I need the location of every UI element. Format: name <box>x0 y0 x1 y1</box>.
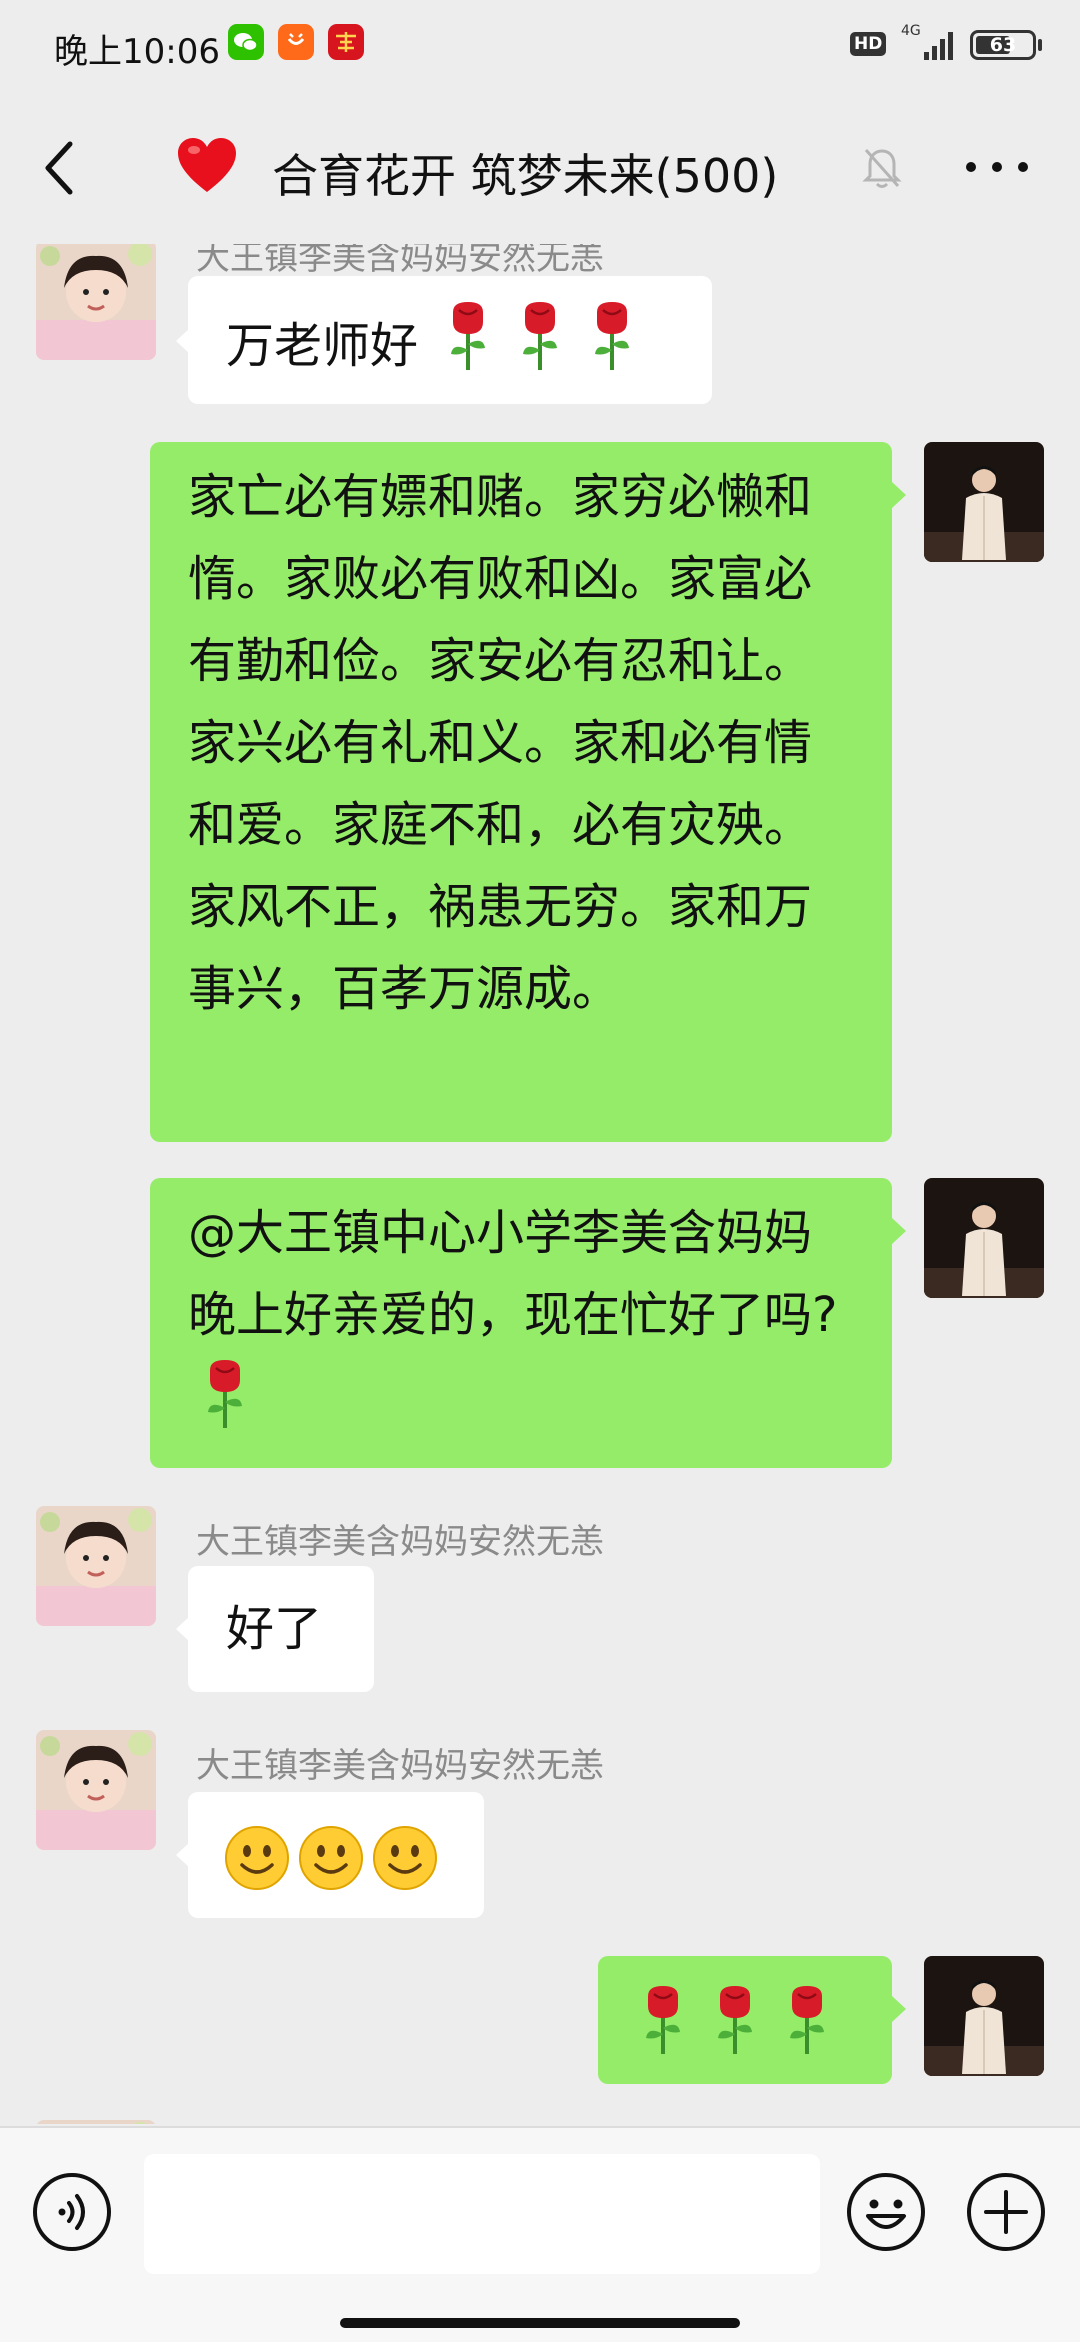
status-bar: 晚上10:06 HD 4G 63 <box>0 0 1080 92</box>
chevron-left-icon <box>45 141 73 195</box>
battery-cap <box>1038 39 1042 51</box>
more-icon-dot <box>992 162 1002 172</box>
message-input[interactable] <box>144 2154 820 2274</box>
sender-avatar[interactable] <box>36 1730 156 1850</box>
voice-button[interactable] <box>32 2172 112 2252</box>
more-icon-dot <box>966 162 976 172</box>
rose-icon <box>718 1986 752 2054</box>
my-avatar[interactable] <box>924 1178 1044 1298</box>
network-type: 4G <box>901 23 921 39</box>
status-time: 晚上10:06 <box>54 32 220 72</box>
message-bubble[interactable]: 万老师好 <box>188 276 712 404</box>
sender-avatar[interactable] <box>36 1506 156 1626</box>
voice-icon <box>33 2173 111 2251</box>
message-bubble[interactable]: 好了 <box>188 1566 374 1692</box>
smile-icon <box>299 1826 363 1890</box>
message-list[interactable]: 大王镇李美含妈妈安然无恙 万老师好 家亡必有嫖和赌。家穷必懒和惰。家败必有败和凶… <box>0 244 1080 2124</box>
sender-name: 大王镇李美含妈妈安然无恙 <box>196 244 604 278</box>
study-app-icon <box>328 24 364 60</box>
shopping-app-icon <box>278 24 314 60</box>
sender-name: 大王镇李美含妈妈安然无恙 <box>196 1522 604 1562</box>
sender-avatar[interactable] <box>36 2120 156 2124</box>
message-text: @大王镇中心小学李美含妈妈 晚上好亲爱的，现在忙好了吗? <box>188 1205 838 1343</box>
back-button[interactable] <box>36 132 86 204</box>
hd-badge: HD <box>850 32 887 56</box>
heart-icon <box>176 136 238 196</box>
message-text: 万老师好 <box>226 318 419 374</box>
rose-icon <box>595 302 630 370</box>
chat-title[interactable]: 合育花开 筑梦未来(500) <box>272 140 778 206</box>
rose-icon <box>523 302 558 370</box>
smile-icon <box>225 1826 289 1890</box>
my-avatar[interactable] <box>924 1956 1044 2076</box>
battery-icon: 63 <box>970 30 1036 60</box>
emoji-group <box>424 302 655 374</box>
bubble-tail <box>892 1218 906 1244</box>
rose-icon <box>208 1360 242 1428</box>
input-bar <box>0 2126 1080 2342</box>
bubble-tail <box>892 482 906 508</box>
chat-header: 合育花开 筑梦未来(500) <box>0 92 1080 244</box>
message-bubble[interactable] <box>598 1956 892 2084</box>
rose-icon <box>790 1986 824 2054</box>
rose-icon <box>646 1986 680 2054</box>
bell-off-icon <box>862 144 902 190</box>
sender-name: 大王镇李美含妈妈安然无恙 <box>196 1746 604 1786</box>
rose-icon <box>451 302 486 370</box>
message-bubble[interactable] <box>188 1792 484 1918</box>
more-button[interactable] <box>960 150 1034 186</box>
sender-avatar[interactable] <box>36 244 156 360</box>
more-icon-dot <box>1018 162 1028 172</box>
plus-icon <box>967 2173 1045 2251</box>
signal-icon <box>920 30 956 60</box>
emoji-icon <box>847 2173 925 2251</box>
bubble-tail <box>892 1996 906 2022</box>
message-bubble[interactable]: 家亡必有嫖和赌。家穷必懒和惰。家败必有败和凶。家富必有勤和俭。家安必有忍和让。家… <box>150 442 892 1142</box>
message-text: 好了 <box>226 1601 323 1657</box>
message-bubble[interactable]: @大王镇中心小学李美含妈妈 晚上好亲爱的，现在忙好了吗? <box>150 1178 892 1468</box>
my-avatar[interactable] <box>924 442 1044 562</box>
emoji-button[interactable] <box>846 2172 926 2252</box>
smile-icon <box>373 1826 437 1890</box>
plus-button[interactable] <box>966 2172 1046 2252</box>
battery-percent: 63 <box>989 34 1017 56</box>
wechat-app-icon <box>228 24 264 60</box>
home-indicator[interactable] <box>340 2318 740 2328</box>
message-text: 家亡必有嫖和赌。家穷必懒和惰。家败必有败和凶。家富必有勤和俭。家安必有忍和让。家… <box>188 469 813 1017</box>
